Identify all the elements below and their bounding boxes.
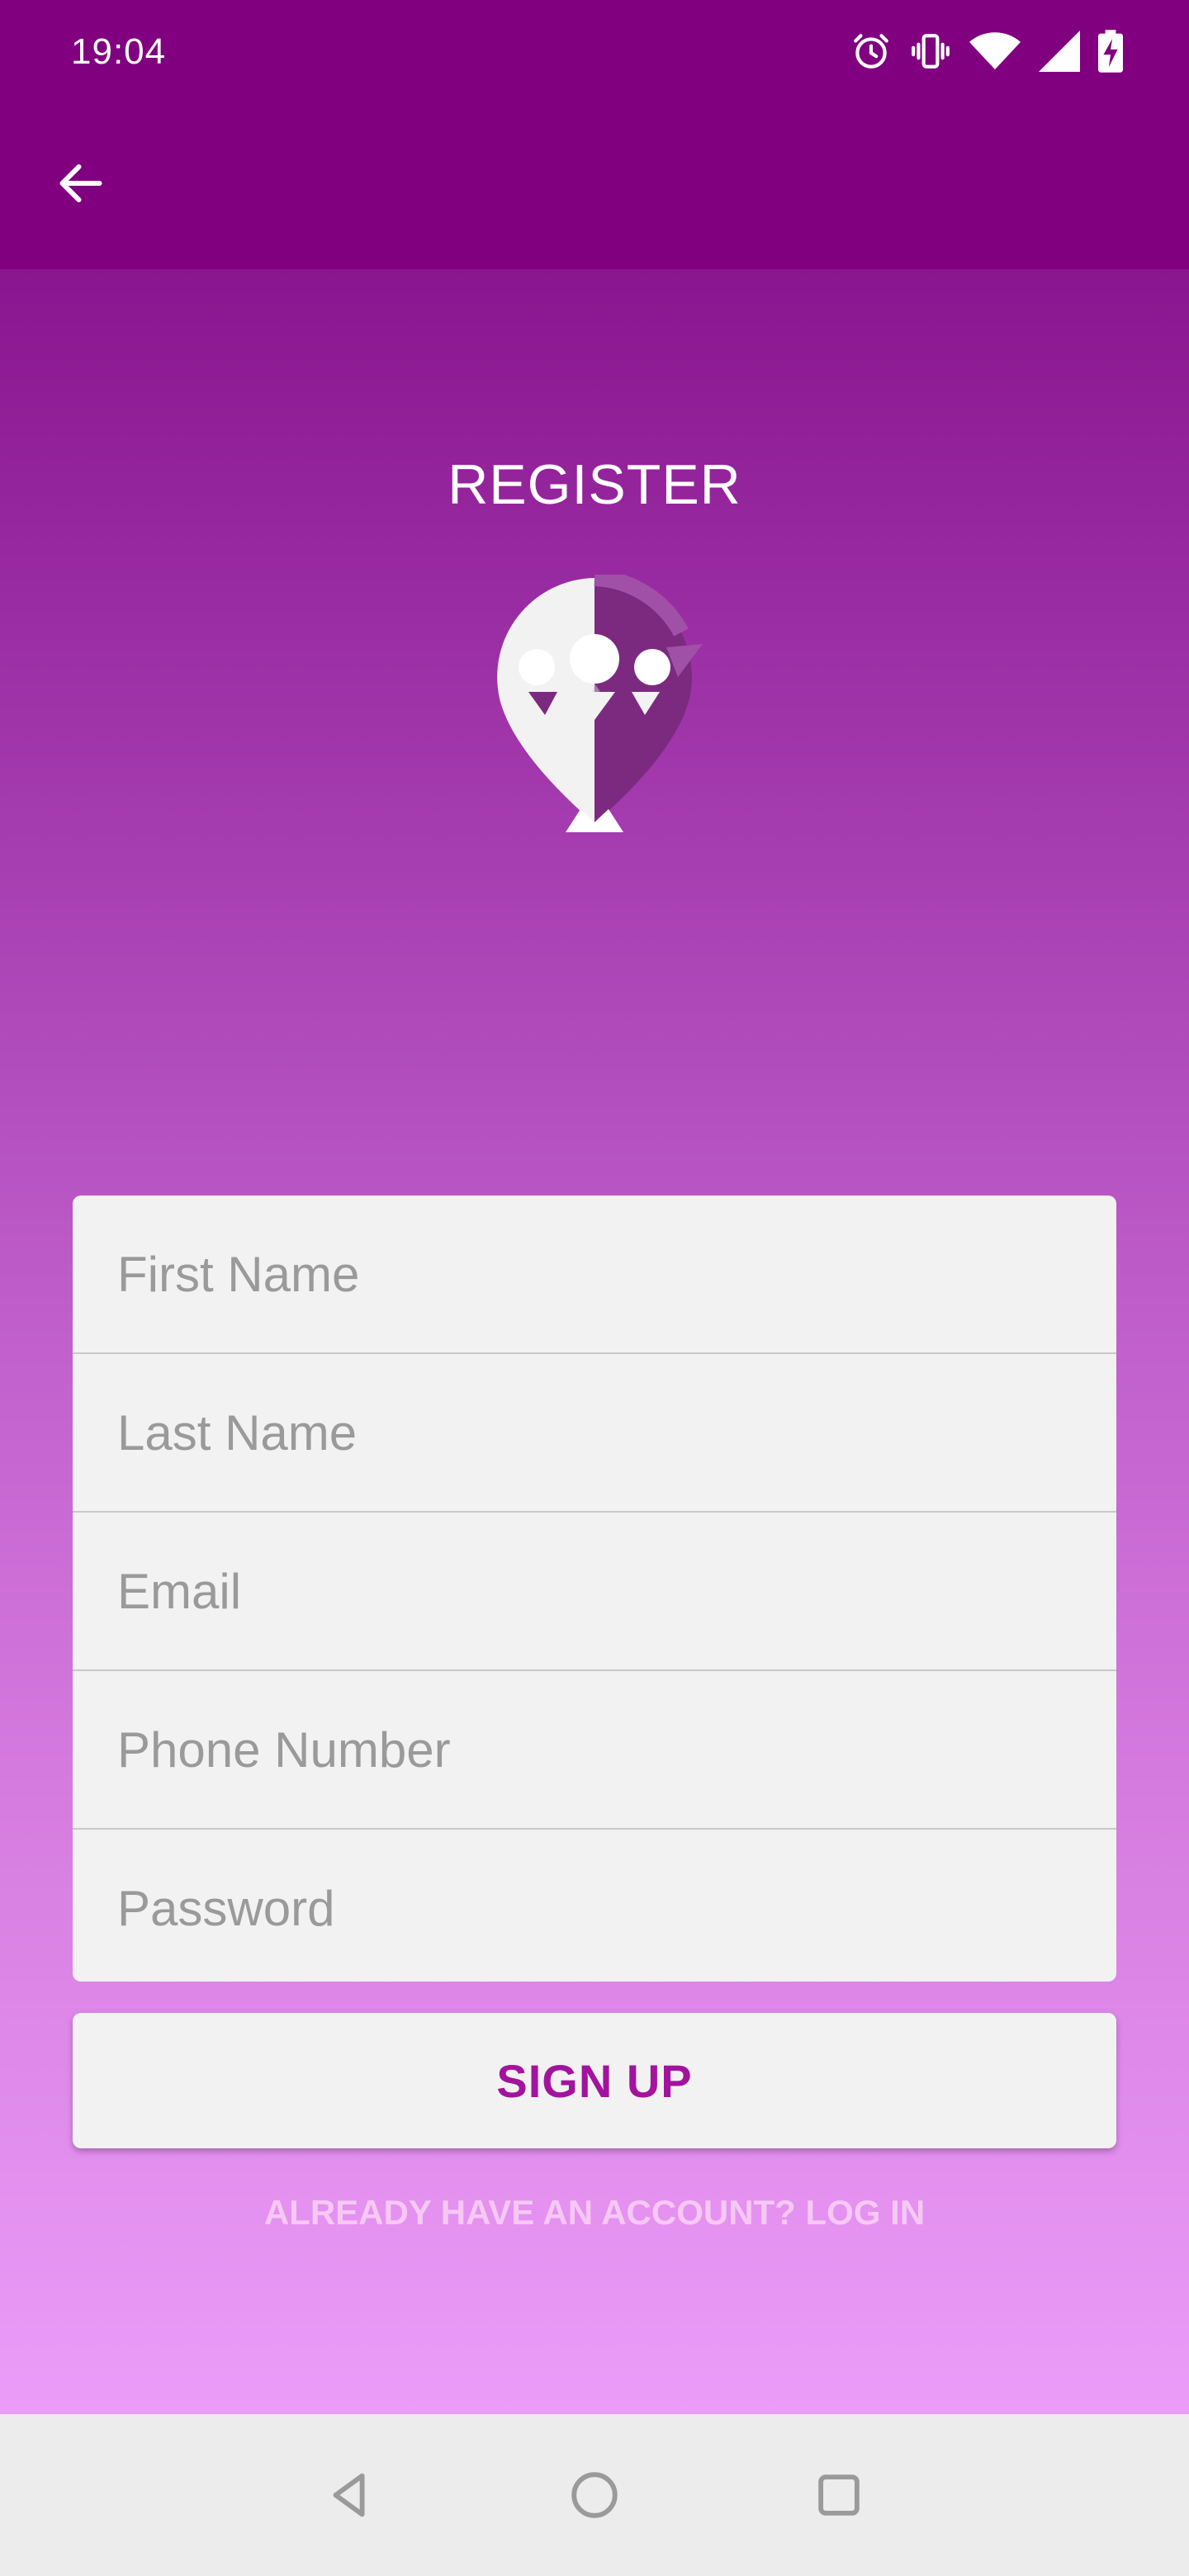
sign-up-button[interactable]: SIGN UP bbox=[73, 2013, 1116, 2148]
nav-back-button[interactable] bbox=[312, 2457, 388, 2533]
home-circle-icon bbox=[571, 2472, 618, 2518]
registration-form bbox=[73, 1196, 1116, 1982]
password-input[interactable] bbox=[73, 1830, 1116, 1982]
page-title: REGISTER bbox=[448, 453, 741, 516]
status-icons bbox=[850, 30, 1123, 73]
signal-icon bbox=[1039, 31, 1080, 72]
nav-home-button[interactable] bbox=[557, 2457, 632, 2533]
nav-recents-button[interactable] bbox=[801, 2457, 877, 2533]
battery-charging-icon bbox=[1098, 30, 1123, 73]
alarm-icon bbox=[850, 31, 892, 72]
arrow-left-icon bbox=[59, 164, 102, 202]
password-field-row bbox=[73, 1830, 1116, 1982]
group-location-pin-icon bbox=[497, 575, 703, 832]
recents-square-icon bbox=[818, 2474, 860, 2516]
back-triangle-icon bbox=[333, 2473, 365, 2517]
first-name-input[interactable] bbox=[73, 1196, 1116, 1352]
app-bar bbox=[0, 107, 1189, 269]
back-button[interactable] bbox=[46, 149, 116, 218]
vibrate-icon bbox=[910, 31, 951, 72]
email-field-row bbox=[73, 1513, 1116, 1671]
system-navigation-bar bbox=[0, 2414, 1189, 2576]
last-name-field-row bbox=[73, 1354, 1116, 1513]
email-input[interactable] bbox=[73, 1513, 1116, 1669]
status-time: 19:04 bbox=[71, 31, 167, 72]
sign-up-label: SIGN UP bbox=[496, 2054, 693, 2107]
log-in-link[interactable]: ALREADY HAVE AN ACCOUNT? LOG IN bbox=[0, 2193, 1189, 2233]
last-name-input[interactable] bbox=[73, 1354, 1116, 1511]
first-name-field-row bbox=[73, 1196, 1116, 1354]
register-content: REGISTER SIGN UP ALREA bbox=[0, 269, 1189, 2414]
status-bar: 19:04 bbox=[0, 0, 1189, 107]
phone-number-input[interactable] bbox=[73, 1671, 1116, 1828]
phone-field-row bbox=[73, 1671, 1116, 1830]
wifi-icon bbox=[969, 31, 1021, 72]
